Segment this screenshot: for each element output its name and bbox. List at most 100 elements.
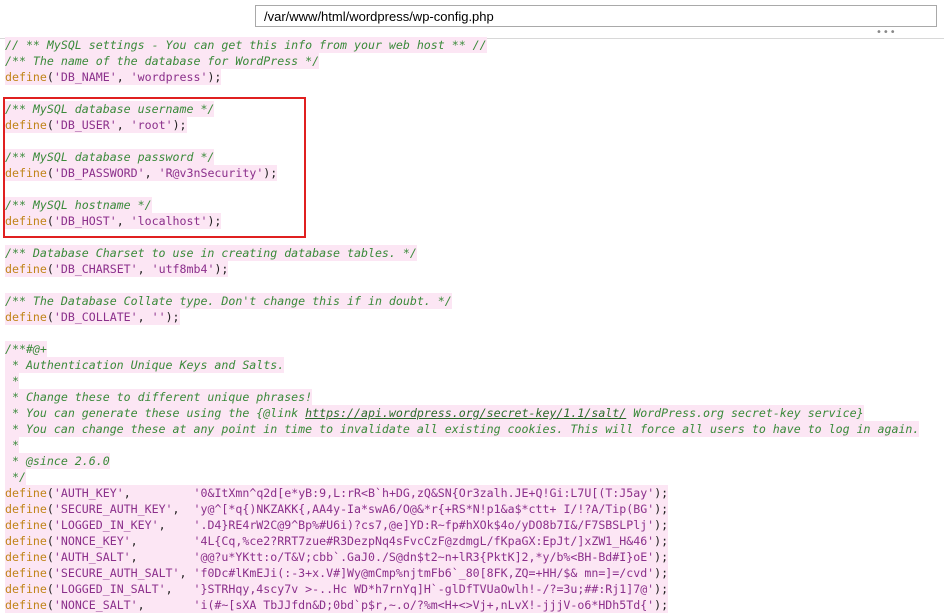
code-punct: ( bbox=[46, 166, 54, 180]
code-punct: ( bbox=[46, 550, 54, 564]
code-line: */ bbox=[5, 469, 26, 485]
code-line: define('SECURE_AUTH_SALT', 'f0Dc#lKmEJi(… bbox=[5, 565, 669, 581]
code-comment: * You can change these at any point in t… bbox=[5, 422, 920, 436]
code-punct: ); bbox=[654, 534, 669, 548]
code-line: /** MySQL database password */ bbox=[5, 149, 215, 165]
code-comment: * Change these to different unique phras… bbox=[5, 390, 313, 404]
code-line: /** MySQL database username */ bbox=[5, 101, 215, 117]
code-punct: , bbox=[116, 70, 131, 84]
code-line: define('DB_CHARSET', 'utf8mb4'); bbox=[5, 261, 229, 277]
code-line: define('DB_HOST', 'localhost'); bbox=[5, 213, 222, 229]
code-line: define('SECURE_AUTH_KEY', 'y@^[*q{)NKZAK… bbox=[5, 501, 669, 517]
code-line: /** Database Charset to use in creating … bbox=[5, 245, 417, 261]
code-string: 'root' bbox=[130, 118, 173, 132]
code-punct: ( bbox=[46, 598, 54, 612]
code-comment: /**#@+ bbox=[5, 342, 47, 356]
code-punct: , bbox=[158, 518, 194, 532]
code-punct: ); bbox=[207, 70, 222, 84]
code-line: define('AUTH_KEY', '0&ItXmn^q2d[e*yB:9,L… bbox=[5, 485, 669, 501]
code-string: 'AUTH_SALT' bbox=[53, 550, 131, 564]
code-line: * You can generate these using the {@lin… bbox=[5, 405, 864, 421]
code-string: 'SECURE_AUTH_KEY' bbox=[53, 502, 173, 516]
splitter-handle[interactable]: ••• bbox=[876, 28, 897, 38]
code-string: '}STRHqy,4scy7v >-..Hc WD*h7rnYq]H`-glDf… bbox=[193, 582, 655, 596]
code-punct: ); bbox=[165, 310, 180, 324]
code-punct: ( bbox=[46, 566, 54, 580]
code-punct: , bbox=[130, 534, 194, 548]
code-punct: ( bbox=[46, 534, 54, 548]
code-comment: * @since 2.6.0 bbox=[5, 454, 110, 468]
code-punct: ); bbox=[654, 582, 669, 596]
code-line: * You can change these at any point in t… bbox=[5, 421, 920, 437]
code-string: 'LOGGED_IN_SALT' bbox=[53, 582, 166, 596]
code-comment: /** The Database Collate type. Don't cha… bbox=[5, 294, 452, 308]
code-keyword: define bbox=[5, 518, 47, 532]
code-line: define('LOGGED_IN_KEY', '.D4}RE4rW2C@9^B… bbox=[5, 517, 669, 533]
code-comment: // ** MySQL settings - You can get this … bbox=[5, 38, 487, 52]
code-punct: ); bbox=[654, 566, 669, 580]
code-keyword: define bbox=[5, 502, 47, 516]
code-punct: ); bbox=[214, 262, 229, 276]
code-keyword: define bbox=[5, 214, 47, 228]
code-comment: /** The name of the database for WordPre… bbox=[5, 54, 320, 68]
code-string: 'f0Dc#lKmEJi(:-3+x.V#]Wy@mCmp%njtmFb6`_8… bbox=[193, 566, 655, 580]
code-keyword: define bbox=[5, 566, 47, 580]
toolbar: /var/www/html/wordpress/wp-config.php ••… bbox=[0, 0, 944, 38]
code-punct: ); bbox=[654, 486, 669, 500]
code-string: '0&ItXmn^q2d[e*yB:9,L:rR<B`h+DG,zQ&SN{Or… bbox=[193, 486, 655, 500]
code-punct: ); bbox=[263, 166, 278, 180]
code-comment: WordPress.org secret-key service} bbox=[626, 406, 864, 420]
code-string: 'localhost' bbox=[130, 214, 208, 228]
code-editor[interactable]: // ** MySQL settings - You can get this … bbox=[0, 37, 944, 616]
code-punct: , bbox=[144, 166, 159, 180]
code-line: // ** MySQL settings - You can get this … bbox=[5, 37, 487, 53]
code-line: define('NONCE_SALT', 'i(#~[sXA TbJJfdn&D… bbox=[5, 597, 669, 613]
code-punct: , bbox=[116, 118, 131, 132]
code-line: * Change these to different unique phras… bbox=[5, 389, 313, 405]
code-punct: ( bbox=[46, 582, 54, 596]
code-punct: ( bbox=[46, 486, 54, 500]
code-line: define('DB_USER', 'root'); bbox=[5, 117, 187, 133]
code-line: define('LOGGED_IN_SALT', '}STRHqy,4scy7v… bbox=[5, 581, 669, 597]
code-string: 'wordpress' bbox=[130, 70, 208, 84]
file-path-field[interactable]: /var/www/html/wordpress/wp-config.php bbox=[255, 5, 937, 27]
code-punct: , bbox=[137, 262, 152, 276]
code-line: define('AUTH_SALT', '@@?u*YKtt:o/T&V;cbb… bbox=[5, 549, 669, 565]
code-punct: ( bbox=[46, 262, 54, 276]
code-string: 'y@^[*q{)NKZAKK{,AA4y-Ia*swA6/O@&*r{+RS*… bbox=[193, 502, 655, 516]
code-comment: */ bbox=[5, 470, 26, 484]
code-string: 'DB_COLLATE' bbox=[53, 310, 138, 324]
code-string: 'AUTH_KEY' bbox=[53, 486, 124, 500]
code-keyword: define bbox=[5, 534, 47, 548]
code-string: '4L{Cq,%ce2?RRT7zue#R3DezpNq4sFvcCzF@zdm… bbox=[193, 534, 655, 548]
code-line: * Authentication Unique Keys and Salts. bbox=[5, 357, 285, 373]
code-keyword: define bbox=[5, 310, 47, 324]
code-keyword: define bbox=[5, 166, 47, 180]
code-keyword: define bbox=[5, 262, 47, 276]
code-punct: ); bbox=[654, 518, 669, 532]
code-string: 'DB_PASSWORD' bbox=[53, 166, 145, 180]
code-line: * bbox=[5, 373, 19, 389]
code-string: 'DB_CHARSET' bbox=[53, 262, 138, 276]
code-line: define('DB_NAME', 'wordpress'); bbox=[5, 69, 222, 85]
code-punct: ); bbox=[207, 214, 222, 228]
code-punct: ( bbox=[46, 214, 54, 228]
code-line: * @since 2.6.0 bbox=[5, 453, 110, 469]
code-string: 'LOGGED_IN_KEY' bbox=[53, 518, 159, 532]
code-string: 'utf8mb4' bbox=[151, 262, 215, 276]
code-punct: , bbox=[137, 310, 152, 324]
code-line: /**#@+ bbox=[5, 341, 47, 357]
code-string: '@@?u*YKtt:o/T&V;cbb`.GaJ0./S@dn$t2~n+lR… bbox=[193, 550, 655, 564]
code-punct: , bbox=[172, 502, 194, 516]
code-comment: * bbox=[5, 438, 19, 452]
code-punct: , bbox=[165, 582, 194, 596]
code-string: 'DB_USER' bbox=[53, 118, 117, 132]
code-comment: * bbox=[5, 374, 19, 388]
code-string: '' bbox=[151, 310, 166, 324]
code-punct: ( bbox=[46, 518, 54, 532]
code-punct: ( bbox=[46, 118, 54, 132]
code-line: define('DB_PASSWORD', 'R@v3nSecurity'); bbox=[5, 165, 278, 181]
code-comment: /** MySQL hostname */ bbox=[5, 198, 152, 212]
code-punct: , bbox=[123, 486, 194, 500]
code-string: 'R@v3nSecurity' bbox=[158, 166, 264, 180]
